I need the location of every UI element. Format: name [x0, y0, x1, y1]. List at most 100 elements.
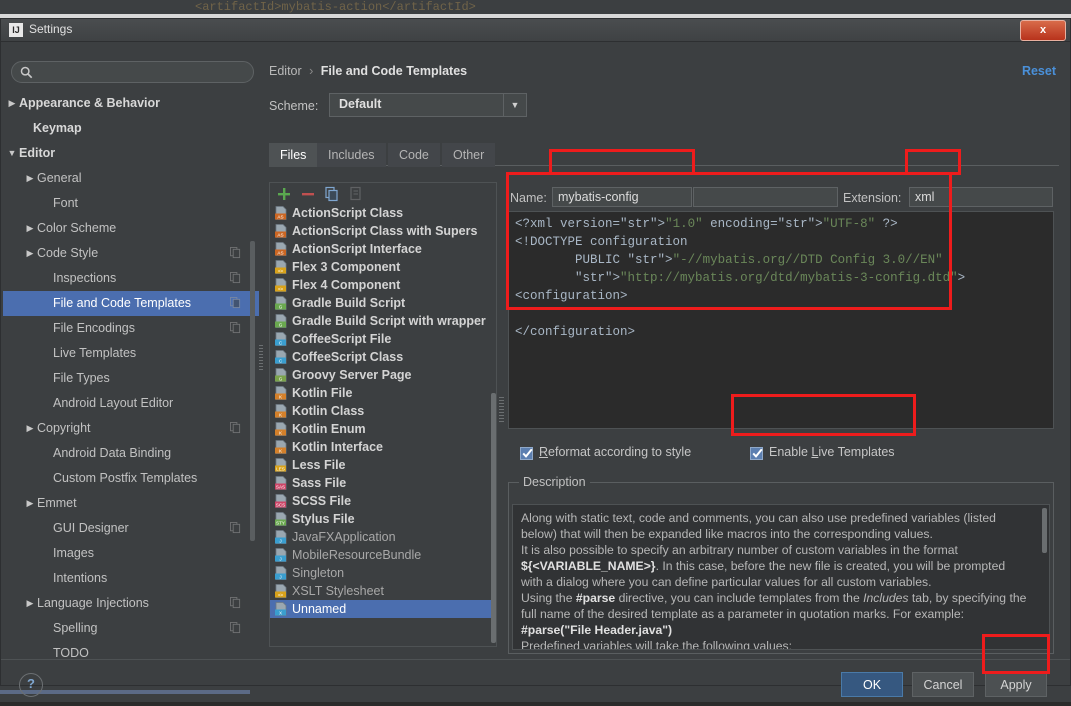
sidebar-scrollbar[interactable]	[250, 91, 255, 659]
scheme-select[interactable]: Default ▼	[329, 93, 527, 117]
tree-arrow-icon[interactable]: ▼	[5, 141, 19, 166]
sidebar-item-inspections[interactable]: Inspections	[3, 266, 259, 291]
template-list-item[interactable]: C CoffeeScript Class	[270, 348, 496, 366]
sidebar-item-copyright[interactable]: ▶ Copyright	[3, 416, 259, 441]
description-panel[interactable]: Along with static text, code and comment…	[512, 504, 1050, 650]
description-paragraph: Predefined variables will take the follo…	[521, 639, 792, 650]
sidebar-item-spelling[interactable]: Spelling	[3, 616, 259, 641]
template-list-item[interactable]: J MobileResourceBundle	[270, 546, 496, 564]
apply-button[interactable]: Apply	[985, 672, 1047, 697]
sidebar-item-file-encodings[interactable]: File Encodings	[3, 316, 259, 341]
template-list-item[interactable]: SCS SCSS File	[270, 492, 496, 510]
sidebar-item-file-types[interactable]: File Types	[3, 366, 259, 391]
svg-text:SCS: SCS	[276, 502, 285, 507]
tree-arrow-icon[interactable]: ▶	[23, 416, 37, 441]
tree-arrow-icon[interactable]: ▶	[23, 491, 37, 516]
sidebar-item-emmet[interactable]: ▶ Emmet	[3, 491, 259, 516]
template-list-item[interactable]: K Kotlin File	[270, 384, 496, 402]
sidebar-item-editor[interactable]: ▼ Editor	[3, 141, 259, 166]
svg-text:X: X	[279, 610, 282, 615]
sidebar-item-color-scheme[interactable]: ▶ Color Scheme	[3, 216, 259, 241]
settings-search[interactable]	[11, 61, 254, 83]
template-code-editor[interactable]: <?xml version="str">"1.0" encoding="str"…	[508, 211, 1054, 429]
template-list-item[interactable]: AS ActionScript Class	[270, 204, 496, 222]
sidebar-item-file-and-code-templates[interactable]: File and Code Templates	[3, 291, 259, 316]
sidebar-item-keymap[interactable]: Keymap	[3, 116, 259, 141]
sidebar-item-todo[interactable]: TODO	[3, 641, 259, 659]
add-icon[interactable]	[276, 186, 292, 202]
template-list-item[interactable]: K Kotlin Class	[270, 402, 496, 420]
enable-live-templates-checkbox[interactable]	[750, 447, 763, 460]
sidebar-item-images[interactable]: Images	[3, 541, 259, 566]
template-item-label: CoffeeScript File	[292, 332, 392, 346]
sidebar-item-code-style[interactable]: ▶ Code Style	[3, 241, 259, 266]
search-input[interactable]	[38, 64, 250, 83]
tree-arrow-icon[interactable]: ▶	[23, 591, 37, 616]
template-list-item[interactable]: K Kotlin Interface	[270, 438, 496, 456]
tree-arrow-icon[interactable]: ▶	[23, 166, 37, 191]
description-paragraph: Along with static text, code and comment…	[521, 511, 996, 541]
tab-includes[interactable]: Includes	[317, 143, 386, 167]
template-list-item[interactable]: LES Less File	[270, 456, 496, 474]
template-list-item[interactable]: <> Flex 3 Component	[270, 258, 496, 276]
template-extension-input[interactable]	[909, 187, 1053, 207]
template-list-item[interactable]: SAS Sass File	[270, 474, 496, 492]
template-list-item[interactable]: G Gradle Build Script	[270, 294, 496, 312]
template-list-item[interactable]: <> Flex 4 Component	[270, 276, 496, 294]
chevron-down-icon[interactable]: ▼	[503, 94, 526, 116]
template-item-label: XSLT Stylesheet	[292, 584, 384, 598]
template-list-item[interactable]: <> XSLT Stylesheet	[270, 582, 496, 600]
tree-arrow-icon[interactable]: ▶	[5, 91, 19, 116]
tree-arrow-icon[interactable]: ▶	[23, 241, 37, 266]
template-list-item[interactable]: STY Stylus File	[270, 510, 496, 528]
tab-code[interactable]: Code	[388, 143, 440, 167]
template-list-item[interactable]: J Singleton	[270, 564, 496, 582]
template-name-input[interactable]	[552, 187, 692, 207]
content-splitter[interactable]	[499, 182, 504, 647]
template-list-item[interactable]: AS ActionScript Class with Supers	[270, 222, 496, 240]
sidebar-item-gui-designer[interactable]: GUI Designer	[3, 516, 259, 541]
tree-arrow-icon[interactable]: ▶	[23, 216, 37, 241]
reformat-according-to-style-checkbox[interactable]	[520, 447, 533, 460]
description-scrollbar[interactable]	[1042, 508, 1047, 648]
template-list-item[interactable]: C CoffeeScript File	[270, 330, 496, 348]
template-list[interactable]: AS ActionScript Class AS ActionScript Class…	[269, 204, 497, 647]
sidebar-item-intentions[interactable]: Intentions	[3, 566, 259, 591]
sidebar-item-label: Custom Postfix Templates	[53, 471, 198, 485]
template-list-item[interactable]: J JavaFXApplication	[270, 528, 496, 546]
remove-icon[interactable]	[300, 186, 316, 202]
template-list-item[interactable]: K Kotlin Enum	[270, 420, 496, 438]
sidebar-item-language-injections[interactable]: ▶ Language Injections	[3, 591, 259, 616]
template-item-label: SCSS File	[292, 494, 352, 508]
sidebar-item-label: GUI Designer	[53, 521, 129, 535]
cancel-button[interactable]: Cancel	[912, 672, 974, 697]
sidebar-item-appearance-behavior[interactable]: ▶ Appearance & Behavior	[3, 91, 259, 116]
copy-icon[interactable]	[324, 186, 340, 202]
ok-button[interactable]: OK	[841, 672, 903, 697]
sidebar-item-label: File Types	[53, 371, 110, 385]
template-code-text[interactable]: <?xml version="str">"1.0" encoding="str"…	[515, 215, 965, 341]
tab-files[interactable]: Files	[269, 143, 318, 167]
sidebar-item-custom-postfix-templates[interactable]: Custom Postfix Templates	[3, 466, 259, 491]
template-list-item[interactable]: G Gradle Build Script with wrapper	[270, 312, 496, 330]
reset-link[interactable]: Reset	[1022, 64, 1056, 78]
sidebar-item-android-layout-editor[interactable]: Android Layout Editor	[3, 391, 259, 416]
breadcrumb-parent[interactable]: Editor	[269, 64, 302, 78]
sidebar-item-live-templates[interactable]: Live Templates	[3, 341, 259, 366]
coffeescript-icon: C	[275, 350, 287, 364]
template-list-item[interactable]: AS ActionScript Interface	[270, 240, 496, 258]
settings-tree[interactable]: ▶ Appearance & Behavior Keymap ▼ Editor ▶ Gene…	[3, 91, 259, 659]
template-options[interactable]: Reformat according to style Enable Live T…	[510, 445, 1055, 469]
close-icon[interactable]: x	[1020, 20, 1066, 41]
sidebar-splitter[interactable]	[259, 55, 263, 659]
sidebar-item-font[interactable]: Font	[3, 191, 259, 216]
template-list-scrollbar[interactable]	[491, 205, 496, 646]
tab-other[interactable]: Other	[442, 143, 496, 167]
help-icon[interactable]: ?	[19, 673, 43, 697]
template-tabs[interactable]: Files Includes Code Other	[269, 143, 1059, 167]
sidebar-item-general[interactable]: ▶ General	[3, 166, 259, 191]
sidebar-item-android-data-binding[interactable]: Android Data Binding	[3, 441, 259, 466]
template-list-item[interactable]: G Groovy Server Page	[270, 366, 496, 384]
template-list-toolbar[interactable]	[269, 182, 497, 204]
template-list-item[interactable]: X Unnamed	[270, 600, 496, 618]
